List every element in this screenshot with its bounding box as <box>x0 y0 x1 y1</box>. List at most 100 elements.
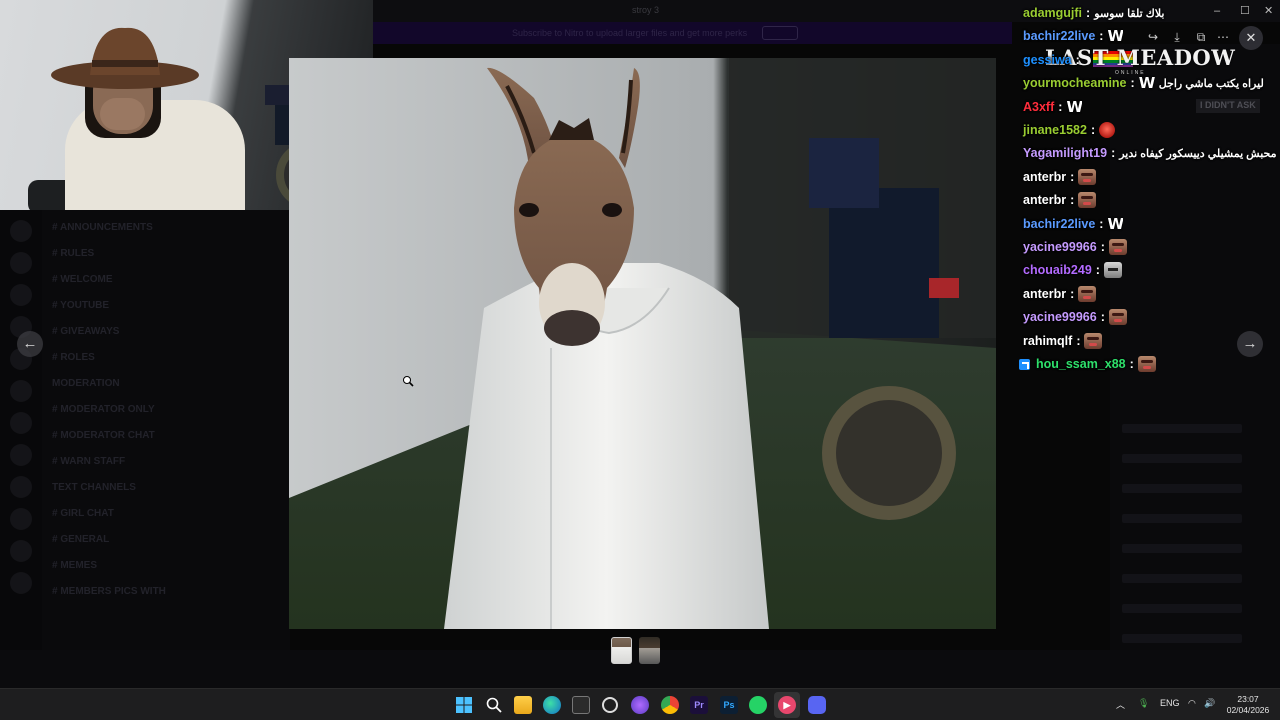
chat-username[interactable]: gessiwa <box>1023 53 1072 67</box>
chat-username[interactable]: hou_ssam_x88 <box>1036 357 1126 371</box>
chat-separator: : <box>1099 29 1104 44</box>
next-image-button[interactable]: → <box>1237 331 1263 357</box>
channel-item[interactable]: # WARN STAFF <box>52 456 125 467</box>
chat-separator: : <box>1070 286 1075 301</box>
server-icon[interactable] <box>10 220 32 242</box>
channel-item[interactable]: MODERATION <box>52 378 120 389</box>
photoshop-icon[interactable]: Ps <box>720 696 738 714</box>
close-icon: ✕ <box>1245 30 1257 45</box>
channel-item[interactable]: # WELCOME <box>52 274 113 285</box>
channel-item[interactable]: # MEMES <box>52 560 97 571</box>
channel-item[interactable]: TEXT CHANNELS <box>52 482 136 493</box>
chat-username[interactable]: yourmocheamine <box>1023 76 1127 90</box>
chat-separator: : <box>1076 333 1081 348</box>
thumbnail-1[interactable] <box>611 637 632 664</box>
channel-item[interactable]: # GENERAL <box>52 534 109 545</box>
search-icon[interactable] <box>485 696 503 714</box>
start-icon[interactable] <box>455 696 473 714</box>
laughing-face-emote-icon <box>1078 285 1097 302</box>
server-list <box>0 210 42 650</box>
server-icon[interactable] <box>10 508 32 530</box>
chat-username[interactable]: rahimqlf <box>1023 334 1072 348</box>
chat-separator: : <box>1090 123 1096 137</box>
chat-username[interactable]: jinane1582 <box>1023 123 1087 137</box>
previous-image-button[interactable]: ← <box>17 331 43 357</box>
discord-icon[interactable] <box>808 696 826 714</box>
image-preview[interactable] <box>289 58 996 629</box>
media-player-icon[interactable]: ▶ <box>778 696 796 714</box>
tray-overflow-icon[interactable]: ︿ <box>1116 698 1125 711</box>
prime-badge-icon <box>1019 358 1030 370</box>
server-icon[interactable] <box>10 380 32 402</box>
server-icon[interactable] <box>10 540 32 562</box>
banner-button[interactable] <box>762 26 798 40</box>
volume-icon[interactable]: 🔊 <box>1204 698 1215 709</box>
cowboy-hat-image <box>51 27 199 89</box>
overlay-tag: I DIDN'T ASK <box>1196 99 1260 113</box>
language-indicator[interactable]: ENG <box>1160 698 1180 708</box>
channel-item[interactable]: # ANNOUNCEMENTS <box>52 222 153 233</box>
channel-item[interactable]: # MODERATOR CHAT <box>52 430 155 441</box>
clock[interactable]: 23:07 02/04/2026 <box>1222 694 1274 716</box>
chat-message: adamgujfi: بلاك تلقا سوسو <box>1019 3 1164 23</box>
file-explorer-icon[interactable] <box>514 696 532 714</box>
chrome-icon[interactable] <box>661 696 679 714</box>
channel-item[interactable]: # ROLES <box>52 352 95 363</box>
server-icon[interactable] <box>10 412 32 434</box>
wifi-icon[interactable]: ◠ <box>1188 698 1196 709</box>
chat-username[interactable]: anterbr <box>1023 170 1066 184</box>
chatgpt-icon[interactable] <box>602 697 618 713</box>
whatsapp-icon[interactable] <box>749 696 767 714</box>
chat-text: بلاك تلقا سوسو <box>1094 7 1165 20</box>
channel-item[interactable]: # MODERATOR ONLY <box>52 404 155 415</box>
edge-icon[interactable] <box>543 696 561 714</box>
chat-username[interactable]: bachir22live <box>1023 29 1095 43</box>
channel-item[interactable]: # RULES <box>52 248 94 259</box>
chat-text: محبش يمشيلي دييسكور كيفاه ندير <box>1119 147 1277 160</box>
server-icon[interactable] <box>10 572 32 594</box>
window-close-icon[interactable]: ✕ <box>1264 4 1273 18</box>
chat-username[interactable]: anterbr <box>1023 287 1066 301</box>
thumbnail-2[interactable] <box>639 637 660 664</box>
laughing-face-emote-icon <box>1084 332 1103 349</box>
hand-image <box>100 98 145 130</box>
maximize-icon[interactable]: ☐ <box>1240 4 1250 18</box>
chat-message: bachir22live: W <box>1019 26 1123 46</box>
channel-item[interactable]: # GIRL CHAT <box>52 508 114 519</box>
chat-message: gessiwa: <box>1019 50 1084 70</box>
taskbar: Pr Ps ▶ ︿ 🎙 ENG ◠ 🔊 23:07 02/04/2026 <box>0 688 1280 720</box>
close-viewer-button[interactable]: ✕ <box>1239 26 1263 50</box>
chat-username[interactable]: chouaib249 <box>1023 263 1092 277</box>
chat-username[interactable]: Yagamilight19 <box>1023 146 1107 160</box>
messenger-icon[interactable] <box>631 696 649 714</box>
server-icon[interactable] <box>10 252 32 274</box>
chat-username[interactable]: bachir22live <box>1023 217 1095 231</box>
microphone-icon[interactable]: 🎙 <box>1138 698 1149 709</box>
chat-username[interactable]: adamgujfi <box>1023 6 1082 20</box>
premiere-icon[interactable]: Pr <box>690 696 708 714</box>
more-icon[interactable]: ⋯ <box>1214 28 1232 46</box>
date: 02/04/2026 <box>1226 705 1270 715</box>
channel-item[interactable]: # GIVEAWAYS <box>52 326 119 337</box>
server-icon[interactable] <box>10 476 32 498</box>
chat-username[interactable]: A3xff <box>1023 100 1054 114</box>
grey-face-emote-icon <box>1103 262 1122 279</box>
chat-message: anterbr: <box>1019 284 1097 304</box>
chat-message: A3xff: W <box>1019 97 1082 117</box>
server-icon[interactable] <box>10 444 32 466</box>
chat-message: Yagamilight19: محبش يمشيلي دييسكور كيفاه … <box>1019 143 1277 163</box>
chat-username[interactable]: yacine99966 <box>1023 310 1097 324</box>
channel-list: # ANNOUNCEMENTS # RULES # WELCOME # YOUTUBE… <box>42 210 290 650</box>
chat-username[interactable]: anterbr <box>1023 193 1066 207</box>
red-face-emote-icon <box>1099 122 1116 138</box>
channel-item[interactable]: # MEMBERS PICS WITH <box>52 586 166 597</box>
chat-separator: : <box>1100 310 1105 325</box>
server-icon[interactable] <box>10 284 32 306</box>
w-emote-icon: W <box>1107 215 1124 232</box>
store-icon[interactable] <box>572 696 590 714</box>
channel-item[interactable]: # YOUTUBE <box>52 300 109 311</box>
window-title: stroy 3 <box>632 5 660 15</box>
chat-separator: : <box>1070 169 1075 184</box>
minimize-icon[interactable]: – <box>1214 4 1220 18</box>
chat-username[interactable]: yacine99966 <box>1023 240 1097 254</box>
